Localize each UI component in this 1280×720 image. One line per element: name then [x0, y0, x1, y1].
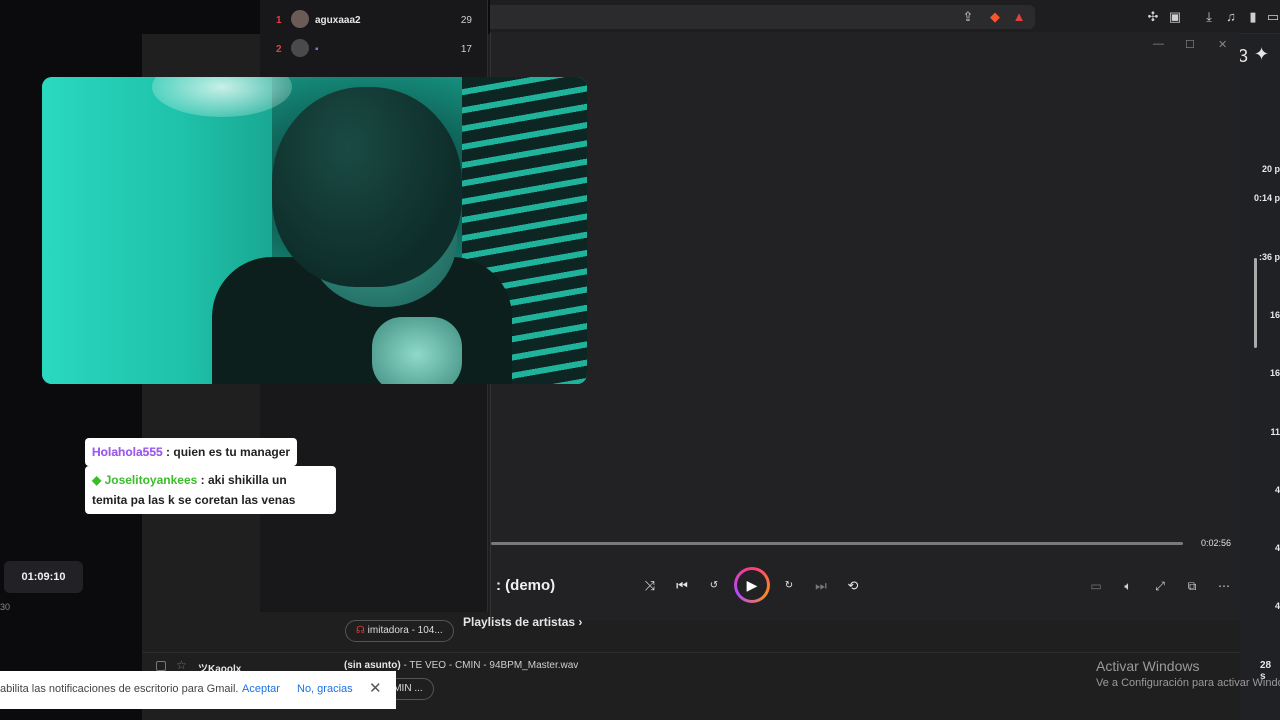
- leaderboard-rank: 2: [276, 44, 282, 55]
- music-player-window: — ☐ ✕ 0:02:56 : (demo) ⤨ ⏮ ↺ ▶ ↻ ⏭ ⟲ ▭ 🔈…: [490, 32, 1240, 620]
- edge-number: 30: [0, 602, 11, 612]
- flag-icon: ▪: [315, 44, 319, 55]
- chat-username: Joselitoyankees: [104, 473, 198, 487]
- media-icon[interactable]: ♫: [1223, 9, 1239, 25]
- activate-windows-watermark: Activar Windows Ve a Configuración para …: [1096, 658, 1280, 689]
- brave-rewards-icon[interactable]: ▲: [1011, 9, 1027, 25]
- sidebar-icon[interactable]: ▮: [1245, 9, 1261, 25]
- mail-time: 0:14 p: [1253, 193, 1280, 203]
- cast-icon[interactable]: ⧉: [1183, 577, 1201, 595]
- repeat-icon[interactable]: ⟲: [844, 577, 862, 595]
- leaderboard-score: 17: [460, 44, 472, 55]
- leaderboard-score: 29: [460, 15, 472, 26]
- minimize-icon[interactable]: —: [1153, 38, 1164, 50]
- attachment-chip[interactable]: ☊ imitadora - 104...: [345, 620, 454, 642]
- person-hair: [272, 87, 462, 287]
- more-icon[interactable]: ⋯: [1215, 577, 1233, 595]
- mail-time: 4: [1274, 601, 1280, 611]
- leaderboard-name: aguxaaa2: [315, 15, 361, 26]
- shuffle-icon[interactable]: ⤨: [641, 577, 659, 595]
- mail-time: 4: [1274, 485, 1280, 495]
- gmail-right-column: 3 ✦ 20 p 0:14 p :36 p 16 16 11 4 4 4: [1238, 34, 1280, 720]
- mail-time: 16: [1269, 310, 1280, 320]
- next-icon[interactable]: ⏭: [812, 577, 830, 595]
- chat-badge-icon: ◆: [92, 473, 102, 487]
- microphone: [372, 317, 462, 384]
- chat-username: Holahola555: [92, 445, 163, 459]
- stream-timer: 01:09:10: [4, 561, 83, 593]
- activate-line2: Ve a Configuración para activar Windo: [1096, 677, 1280, 689]
- fullscreen-icon[interactable]: ⤢: [1151, 577, 1169, 595]
- brave-shield-icon[interactable]: ◆: [987, 9, 1003, 25]
- accept-link[interactable]: Aceptar: [242, 683, 280, 695]
- download-icon[interactable]: ⤓: [1201, 9, 1217, 25]
- scrollbar[interactable]: [1254, 258, 1257, 348]
- playlists-link-label: Playlists de artistas: [463, 615, 576, 629]
- time-end: 0:02:56: [1201, 538, 1232, 548]
- mail-subject-bold: (sin asunto): [344, 660, 401, 671]
- track-title: : (demo): [496, 577, 556, 594]
- forward-30-icon[interactable]: ↻: [780, 577, 798, 595]
- chat-message: ◆ Joselitoyankees : aki shikilla un temi…: [85, 466, 336, 514]
- address-bar[interactable]: [490, 5, 1035, 29]
- wallet-icon[interactable]: ▭: [1265, 9, 1280, 25]
- mail-time: 20 p: [1261, 164, 1280, 174]
- leaderboard-row: 1 aguxaaa2 29: [260, 7, 488, 35]
- chat-text: : aki shikilla un: [200, 473, 287, 487]
- mail-time: :36 p: [1258, 252, 1280, 262]
- avatar: [291, 39, 309, 57]
- share-icon[interactable]: ⇪: [960, 9, 976, 25]
- leaderboard-rank: 1: [276, 15, 282, 26]
- extensions-icon[interactable]: ✣: [1145, 9, 1161, 25]
- maximize-icon[interactable]: ☐: [1185, 38, 1195, 51]
- mail-checkbox[interactable]: [156, 661, 166, 671]
- play-icon: ▶: [737, 570, 767, 600]
- sparkle-icon[interactable]: ✦: [1254, 44, 1269, 65]
- rewind-10-icon[interactable]: ↺: [705, 577, 723, 595]
- leaderboard-row: 2 ▪ 17: [260, 36, 488, 64]
- activate-line1: Activar Windows: [1096, 658, 1200, 674]
- mail-time: 16: [1269, 368, 1280, 378]
- mail-subject: (sin asunto) - TE VEO - CMIN - 94BPM_Mas…: [344, 660, 578, 671]
- play-button[interactable]: ▶: [734, 567, 770, 603]
- notification-text: abilita las notificaciones de escritorio…: [0, 683, 239, 695]
- chat-message: Holahola555 : quien es tu manager: [85, 438, 298, 466]
- attachment-label: imitadora - 104...: [367, 625, 443, 636]
- miniplayer-icon[interactable]: ▭: [1087, 577, 1105, 595]
- browser-toolbar: ⇪ ◆ ▲ ✣ ▣ ⤓ ♫ ▮ ▭: [490, 0, 1280, 34]
- volume-icon[interactable]: 🔈︎: [1119, 577, 1137, 595]
- chat-text: temita pa las k se coretan las venas: [92, 493, 296, 507]
- mail-subject-rest: - TE VEO - CMIN - 94BPM_Master.wav: [403, 660, 579, 671]
- chevron-right-icon: ›: [578, 615, 583, 629]
- close-icon[interactable]: ✕: [1218, 38, 1227, 51]
- webcam-person: [192, 87, 512, 384]
- mail-time: 11: [1270, 427, 1280, 437]
- mail-time: 4: [1274, 543, 1280, 553]
- avatar: [291, 10, 309, 28]
- headphones-icon: ☊: [356, 625, 365, 636]
- previous-icon[interactable]: ⏮: [673, 577, 691, 595]
- screenshot-icon[interactable]: ▣: [1167, 9, 1183, 25]
- close-icon[interactable]: ✕: [369, 679, 382, 697]
- webcam-video: [42, 77, 587, 384]
- gmail-notification-bar: abilita las notificaciones de escritorio…: [0, 671, 396, 709]
- playlists-link[interactable]: Playlists de artistas ›: [463, 615, 582, 629]
- chat-text: : quien es tu manager: [166, 445, 291, 459]
- star-icon[interactable]: ☆: [176, 658, 187, 672]
- decline-link[interactable]: No, gracias: [297, 683, 353, 695]
- progress-bar[interactable]: [491, 542, 1183, 545]
